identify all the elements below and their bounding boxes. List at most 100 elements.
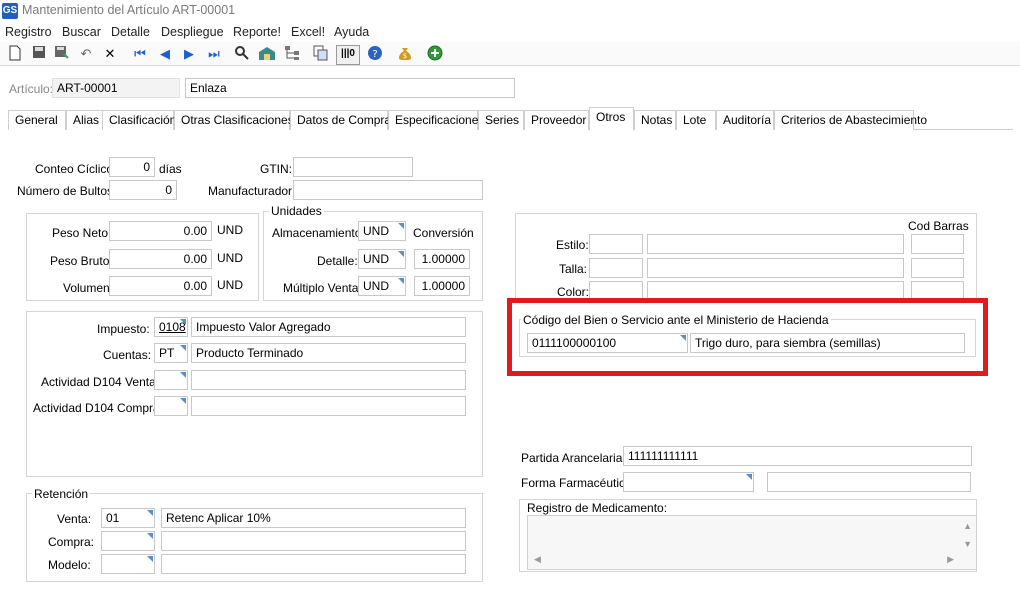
forma-code-field[interactable] xyxy=(623,472,754,492)
save-icon[interactable] xyxy=(30,45,48,63)
scroll-right-icon[interactable]: ▶ xyxy=(947,554,954,565)
manufacturador-field[interactable] xyxy=(293,180,483,200)
tab-notas[interactable]: Notas xyxy=(634,110,676,130)
last-icon[interactable]: ⏭ xyxy=(205,45,223,63)
retencion-title: Retención xyxy=(32,487,91,501)
scroll-down-icon[interactable]: ▼ xyxy=(963,539,972,549)
registro-textarea[interactable]: ▲ ▼ ◀ ▶ xyxy=(527,515,977,570)
conteo-field[interactable]: 0 xyxy=(109,157,155,177)
menu-excel[interactable]: Excel! xyxy=(291,25,325,39)
peso-neto-field[interactable]: 0.00 xyxy=(109,221,212,241)
retencion-modelo-code-field[interactable] xyxy=(101,554,155,574)
window-title: Mantenimiento del Artículo ART-00001 xyxy=(22,3,236,17)
tab-especificaciones[interactable]: Especificaciones xyxy=(388,110,484,130)
manufacturador-label: Manufacturador: xyxy=(208,184,296,198)
d104-compra-code-field[interactable] xyxy=(154,396,188,416)
menu-registro[interactable]: Registro xyxy=(5,25,52,39)
barcode-icon[interactable]: |||0 xyxy=(336,45,360,65)
gtin-field[interactable] xyxy=(293,157,413,177)
dias-label: días xyxy=(159,162,182,176)
almacenamiento-field[interactable]: UND xyxy=(358,221,406,241)
peso-bruto-field[interactable]: 0.00 xyxy=(109,249,212,269)
new-icon[interactable] xyxy=(6,45,24,63)
registro-label: Registro de Medicamento: xyxy=(527,501,668,515)
conteo-label: Conteo Cíclico: xyxy=(35,162,117,176)
tab-bar: General Alias Clasificación Otras Clasif… xyxy=(8,107,1013,131)
d104-venta-desc-field xyxy=(191,370,466,390)
d104-compra-desc-field xyxy=(191,396,466,416)
detalle-unit-field[interactable]: UND xyxy=(358,249,406,269)
color-label: Color: xyxy=(557,285,590,299)
cuentas-code-field[interactable]: PT xyxy=(154,343,188,363)
talla-barcode-field[interactable] xyxy=(911,258,964,278)
forma-label: Forma Farmacéutica: xyxy=(521,476,636,490)
cuentas-label: Cuentas: xyxy=(103,348,152,362)
cuentas-desc-field: Producto Terminado xyxy=(191,343,466,363)
estilo-code-field[interactable] xyxy=(589,234,643,254)
talla-desc-field xyxy=(647,258,904,278)
scroll-up-icon[interactable]: ▲ xyxy=(963,521,972,531)
warehouse-icon[interactable] xyxy=(258,45,276,63)
help-icon[interactable]: ? xyxy=(366,45,384,63)
menu-detalle[interactable]: Detalle xyxy=(111,25,150,39)
menu-bar: Registro Buscar Detalle Despliegue Repor… xyxy=(0,22,1020,42)
impuesto-desc-field: Impuesto Valor Agregado xyxy=(191,317,466,337)
tab-lote[interactable]: Lote xyxy=(676,110,716,130)
tab-general[interactable]: General xyxy=(8,110,66,130)
first-icon[interactable]: ⏮ xyxy=(131,45,149,63)
undo-icon[interactable]: ↶ xyxy=(77,45,95,63)
partida-label: Partida Arancelaria: xyxy=(521,451,626,465)
d104-venta-code-field[interactable] xyxy=(154,370,188,390)
tab-otros[interactable]: Otros xyxy=(589,107,634,131)
prev-icon[interactable]: ◀ xyxy=(156,45,174,63)
retencion-modelo-desc-field xyxy=(161,554,466,574)
app-icon: GS xyxy=(2,3,18,19)
peso-bruto-label: Peso Bruto: xyxy=(50,254,113,268)
tab-clasificacion[interactable]: Clasificación xyxy=(102,110,176,130)
next-icon[interactable]: ▶ xyxy=(180,45,198,63)
menu-buscar[interactable]: Buscar xyxy=(62,25,101,39)
scroll-left-icon[interactable]: ◀ xyxy=(534,554,541,565)
title-bar: GS Mantenimiento del Artículo ART-00001 xyxy=(0,0,1020,22)
tab-proveedor[interactable]: Proveedor xyxy=(524,110,589,130)
detalle-conversion-field[interactable]: 1.00000 xyxy=(414,249,470,269)
unidades-title: Unidades xyxy=(269,204,324,218)
articulo-name-field[interactable]: Enlaza xyxy=(185,78,515,98)
retencion-modelo-label: Modelo: xyxy=(48,558,91,572)
retencion-venta-desc-field: Retenc Aplicar 10% xyxy=(161,508,466,528)
money-bag-icon[interactable]: $ xyxy=(396,45,414,63)
retencion-compra-code-field[interactable] xyxy=(101,531,155,551)
retencion-venta-code-field[interactable]: 01 xyxy=(101,508,155,528)
partida-field[interactable]: 111111111111 xyxy=(623,446,972,466)
tab-series[interactable]: Series xyxy=(478,110,524,130)
tree-icon[interactable] xyxy=(283,45,301,63)
volumen-field[interactable]: 0.00 xyxy=(109,276,212,296)
delete-icon[interactable]: ✕ xyxy=(101,45,119,63)
impuesto-code-field[interactable]: 0108 xyxy=(154,317,188,337)
tab-auditoria[interactable]: Auditoría xyxy=(716,110,774,130)
menu-despliegue[interactable]: Despliegue xyxy=(161,25,224,39)
add-icon[interactable] xyxy=(426,45,444,63)
tab-criterios-de-abastecimiento[interactable]: Criterios de Abastecimiento xyxy=(774,110,927,130)
multiplo-unit-field[interactable]: UND xyxy=(358,276,406,296)
estilo-label: Estilo: xyxy=(556,238,589,252)
estilo-barcode-field[interactable] xyxy=(911,234,964,254)
tab-datos-de-compra[interactable]: Datos de Compra xyxy=(290,110,391,130)
gtin-label: GTIN: xyxy=(260,162,292,176)
bultos-field[interactable]: 0 xyxy=(109,180,177,200)
articulo-code-field[interactable]: ART-00001 xyxy=(52,78,180,98)
save-as-icon[interactable] xyxy=(53,45,71,63)
talla-code-field[interactable] xyxy=(589,258,643,278)
peso-neto-unit: UND xyxy=(217,223,243,237)
conversion-label: Conversión xyxy=(413,226,474,240)
multiplo-conversion-field[interactable]: 1.00000 xyxy=(414,276,470,296)
copy-icon[interactable] xyxy=(312,45,330,63)
tab-otras-clasificaciones[interactable]: Otras Clasificaciones xyxy=(174,110,294,130)
estilo-desc-field xyxy=(647,234,904,254)
toolbar: ↶ ✕ ⏮ ◀ ▶ ⏭ |||0 ? $ xyxy=(0,42,1020,66)
hacienda-desc-field: Trigo duro, para siembra (semillas) xyxy=(690,333,965,353)
menu-ayuda[interactable]: Ayuda xyxy=(334,25,369,39)
hacienda-code-field[interactable]: 0111100000100 xyxy=(527,333,688,353)
search-icon[interactable] xyxy=(233,45,251,63)
menu-reporte[interactable]: Reporte! xyxy=(233,25,281,39)
